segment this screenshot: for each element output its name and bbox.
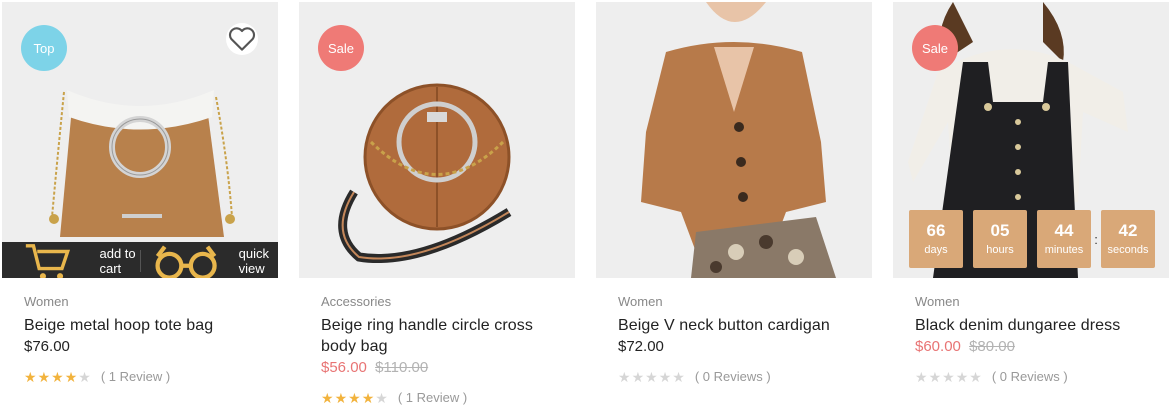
countdown-value: 44: [1054, 221, 1074, 240]
star-icon: ★: [37, 368, 51, 385]
star-icon: ★: [348, 389, 361, 406]
product-name[interactable]: Beige ring handle circle cross body bag: [321, 315, 565, 357]
review-count-link[interactable]: ( 0 Reviews ): [992, 369, 1068, 384]
top-badge: Top: [21, 25, 67, 71]
countdown-minutes: 44 minutes: [1037, 210, 1091, 268]
product-image[interactable]: Sale 66 days 05 hours 44 minutes : 42 se…: [893, 2, 1169, 278]
star-icon: ★: [618, 368, 631, 385]
price-row: $56.00 $110.00: [321, 358, 565, 378]
product-price: $56.00: [321, 359, 367, 376]
star-icon: ★: [78, 368, 91, 385]
star-icon: ★: [928, 368, 942, 385]
sale-countdown: 66 days 05 hours 44 minutes : 42 seconds: [909, 210, 1155, 268]
star-icon: ★: [955, 368, 969, 385]
product-grid: Top add to cart quick view Women Beige m…: [0, 0, 1171, 420]
sale-badge: Sale: [318, 25, 364, 71]
star-rating: ★ ★ ★ ★ ★: [321, 391, 388, 405]
product-image[interactable]: [596, 2, 872, 278]
star-rating: ★ ★ ★ ★ ★: [618, 370, 685, 384]
product-category[interactable]: Accessories: [321, 294, 565, 310]
countdown-value: 66: [926, 221, 946, 240]
product-info: Accessories Beige ring handle circle cro…: [321, 294, 565, 405]
product-image[interactable]: Top add to cart quick view: [2, 2, 278, 278]
product-info: Women Beige metal hoop tote bag $76.00 ★…: [24, 294, 268, 384]
wishlist-button[interactable]: [226, 23, 258, 55]
product-card[interactable]: Top add to cart quick view Women Beige m…: [2, 0, 278, 420]
product-card[interactable]: Women Beige V neck button cardigan $72.0…: [596, 0, 872, 420]
cardigan-model-illustration: [596, 2, 872, 278]
star-icon: ★: [658, 368, 672, 385]
star-icon: ★: [64, 368, 78, 385]
countdown-label: days: [924, 244, 948, 256]
price-row: $76.00: [24, 337, 268, 357]
star-icon: ★: [334, 389, 348, 406]
star-icon: ★: [631, 368, 645, 385]
star-icon: ★: [24, 368, 37, 385]
sale-badge: Sale: [912, 25, 958, 71]
product-card[interactable]: Sale 66 days 05 hours 44 minutes : 42 se…: [893, 0, 1169, 420]
review-count-link[interactable]: ( 1 Review ): [398, 390, 467, 405]
countdown-value: 42: [1118, 221, 1138, 240]
quick-view-button[interactable]: quick view: [141, 242, 279, 278]
product-info: Women Black denim dungaree dress $60.00 …: [915, 294, 1159, 384]
star-icon: ★: [375, 389, 388, 406]
star-icon: ★: [672, 368, 685, 385]
star-icon: ★: [51, 368, 64, 385]
star-icon: ★: [915, 368, 928, 385]
cart-icon: [25, 244, 71, 278]
product-old-price: $80.00: [969, 338, 1015, 355]
countdown-days: 66 days: [909, 210, 963, 268]
review-count-link[interactable]: ( 1 Review ): [101, 369, 170, 384]
price-row: $60.00 $80.00: [915, 337, 1159, 357]
quick-view-label: quick view: [238, 246, 270, 276]
product-old-price: $110.00: [375, 359, 429, 376]
product-name[interactable]: Black denim dungaree dress: [915, 315, 1159, 336]
heart-icon: [228, 27, 256, 51]
product-name[interactable]: Beige metal hoop tote bag: [24, 315, 268, 336]
product-price: $72.00: [618, 338, 664, 355]
product-category[interactable]: Women: [24, 294, 268, 310]
countdown-separator: :: [1094, 231, 1098, 247]
rating-row: ★ ★ ★ ★ ★ ( 1 Review ): [24, 369, 268, 384]
product-actions-bar: add to cart quick view: [2, 242, 278, 278]
countdown-hours: 05 hours: [973, 210, 1027, 268]
star-icon: ★: [321, 389, 334, 406]
star-icon: ★: [942, 368, 955, 385]
product-image[interactable]: Sale: [299, 2, 575, 278]
product-category[interactable]: Women: [618, 294, 862, 310]
add-to-cart-button[interactable]: add to cart: [2, 242, 140, 278]
countdown-value: 05: [990, 221, 1010, 240]
rating-row: ★ ★ ★ ★ ★ ( 0 Reviews ): [915, 369, 1159, 384]
star-icon: ★: [969, 368, 982, 385]
countdown-label: seconds: [1107, 244, 1149, 256]
price-row: $72.00: [618, 337, 862, 357]
product-price: $60.00: [915, 338, 961, 355]
star-rating: ★ ★ ★ ★ ★: [24, 370, 91, 384]
star-icon: ★: [361, 389, 375, 406]
product-card[interactable]: Sale Accessories Beige ring handle circl…: [299, 0, 575, 420]
star-icon: ★: [645, 368, 658, 385]
product-price: $76.00: [24, 338, 70, 355]
countdown-label: minutes: [1044, 244, 1084, 256]
rating-row: ★ ★ ★ ★ ★ ( 0 Reviews ): [618, 369, 862, 384]
product-name[interactable]: Beige V neck button cardigan: [618, 315, 862, 336]
countdown-seconds: 42 seconds: [1101, 210, 1155, 268]
product-info: Women Beige V neck button cardigan $72.0…: [618, 294, 862, 384]
glasses-icon: [154, 245, 217, 278]
add-to-cart-label: add to cart: [99, 246, 136, 276]
countdown-label: hours: [986, 244, 1014, 256]
review-count-link[interactable]: ( 0 Reviews ): [695, 369, 771, 384]
product-category[interactable]: Women: [915, 294, 1159, 310]
star-rating: ★ ★ ★ ★ ★: [915, 370, 982, 384]
rating-row: ★ ★ ★ ★ ★ ( 1 Review ): [321, 390, 565, 405]
